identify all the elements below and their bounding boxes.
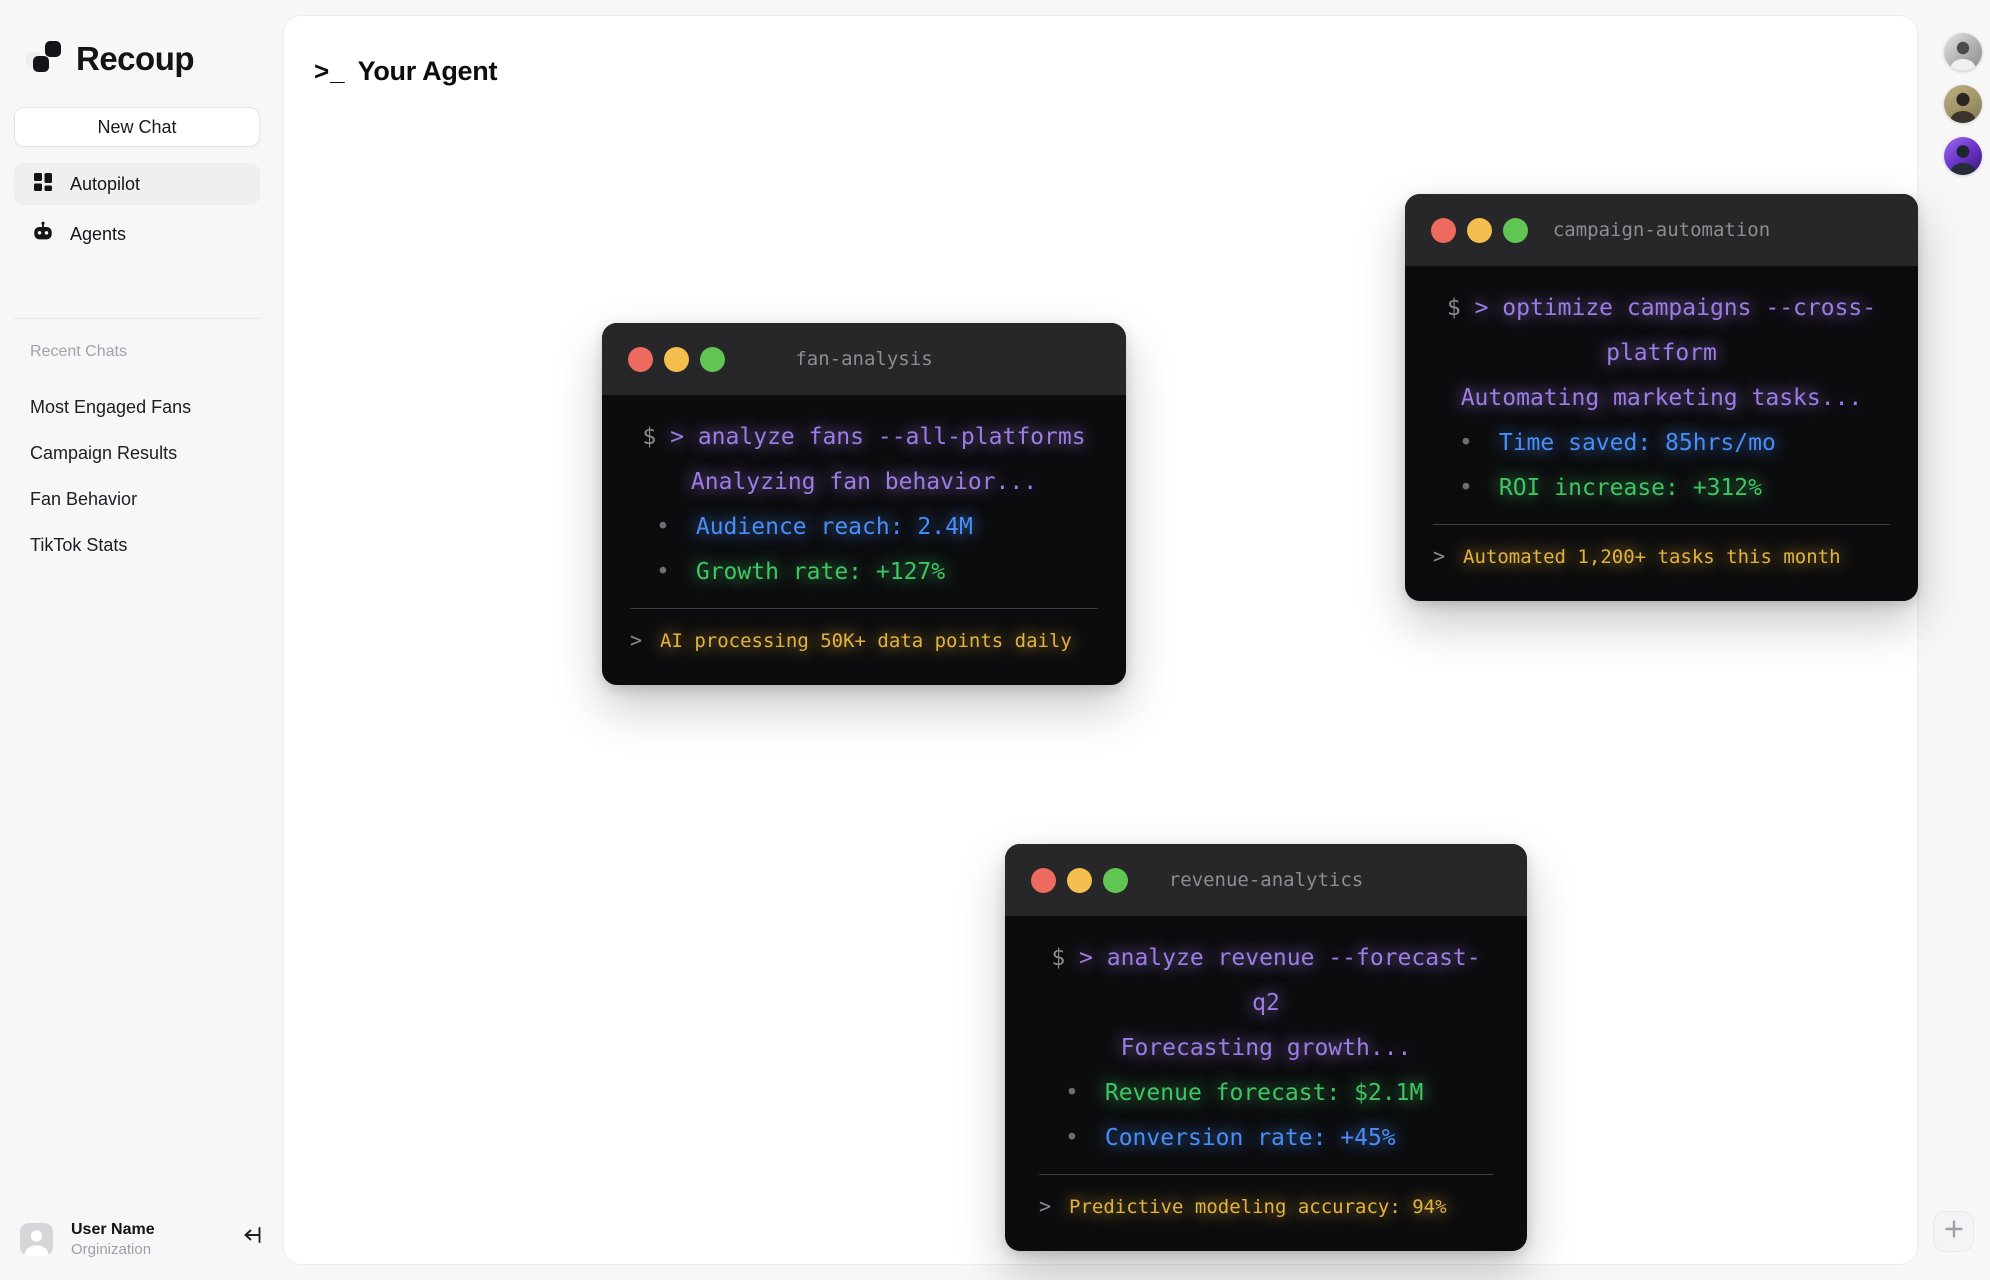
- artist-avatar-3[interactable]: [1944, 137, 1982, 175]
- recent-chat-tiktok-stats[interactable]: TikTok Stats: [30, 522, 191, 568]
- sidebar: Recoup New Chat Autopilot: [0, 0, 283, 1280]
- terminal-metric: •Audience reach: 2.4M: [630, 505, 1098, 550]
- maximize-traffic-light-icon[interactable]: [1103, 868, 1128, 893]
- sidebar-nav: Autopilot Agents: [14, 163, 260, 255]
- dashboard-icon: [32, 171, 54, 198]
- maximize-traffic-light-icon[interactable]: [1503, 218, 1528, 243]
- brand-logo: Recoup: [24, 36, 194, 81]
- collapse-sidebar-button[interactable]: [240, 1224, 266, 1250]
- traffic-lights: [628, 347, 725, 372]
- artist-avatar-1[interactable]: [1944, 33, 1982, 71]
- artist-avatar-2[interactable]: [1944, 85, 1982, 123]
- terminal-metric: •Growth rate: +127%: [630, 550, 1098, 595]
- user-organization: Orginization: [71, 1241, 155, 1258]
- terminal-metric: •Time saved: 85hrs/mo: [1433, 421, 1890, 466]
- terminal-window-fan-analysis: fan-analysis $ > analyze fans --all-plat…: [602, 323, 1126, 685]
- terminal-divider: [630, 608, 1098, 609]
- bullet-icon: •: [656, 505, 670, 550]
- terminal-divider: [1433, 524, 1890, 525]
- terminal-prompt-glyph: >_: [314, 56, 346, 87]
- user-profile[interactable]: User Name Orginization: [20, 1221, 155, 1258]
- sidebar-item-label: Autopilot: [70, 174, 140, 195]
- brand-name: Recoup: [76, 40, 194, 78]
- terminal-metric: •ROI increase: +312%: [1433, 466, 1890, 511]
- robot-icon: [32, 221, 54, 248]
- close-traffic-light-icon[interactable]: [1431, 218, 1456, 243]
- bullet-icon: •: [1065, 1071, 1079, 1116]
- minimize-traffic-light-icon[interactable]: [1467, 218, 1492, 243]
- bullet-icon: •: [656, 550, 670, 595]
- traffic-lights: [1431, 218, 1528, 243]
- terminal-command: > optimize campaigns --cross-platform: [1475, 295, 1877, 366]
- recent-chat-fan-behavior[interactable]: Fan Behavior: [30, 476, 191, 522]
- recent-chats-list: Most Engaged Fans Campaign Results Fan B…: [30, 384, 191, 568]
- terminal-footer: >Predictive modeling accuracy: 94%: [1039, 1184, 1493, 1229]
- terminal-window-campaign-automation: campaign-automation $ > optimize campaig…: [1405, 194, 1918, 601]
- terminal-command: > analyze fans --all-platforms: [670, 424, 1085, 450]
- user-name: User Name: [71, 1221, 155, 1239]
- close-traffic-light-icon[interactable]: [628, 347, 653, 372]
- collapse-sidebar-icon: [241, 1223, 265, 1252]
- plus-icon: [1942, 1217, 1966, 1246]
- terminal-body: $ > analyze revenue --forecast-q2 Foreca…: [1005, 916, 1527, 1251]
- terminal-command: > analyze revenue --forecast-q2: [1079, 945, 1481, 1016]
- new-chat-button[interactable]: New Chat: [14, 107, 260, 147]
- user-avatar: [20, 1223, 53, 1256]
- page-header: >_ Your Agent: [314, 56, 497, 87]
- recent-chat-campaign-results[interactable]: Campaign Results: [30, 430, 191, 476]
- terminal-metric: •Revenue forecast: $2.1M: [1039, 1071, 1493, 1116]
- close-traffic-light-icon[interactable]: [1031, 868, 1056, 893]
- terminal-footer: >AI processing 50K+ data points daily: [630, 618, 1098, 663]
- terminal-body: $ > analyze fans --all-platforms Analyzi…: [602, 395, 1126, 685]
- add-button[interactable]: [1933, 1211, 1974, 1252]
- bullet-icon: •: [1459, 466, 1473, 511]
- terminal-status: Automating marketing tasks...: [1433, 376, 1890, 421]
- main-content-card: >_ Your Agent fan-analysis $ > analyze f…: [283, 15, 1918, 1265]
- bullet-icon: •: [1065, 1116, 1079, 1161]
- traffic-lights: [1031, 868, 1128, 893]
- minimize-traffic-light-icon[interactable]: [1067, 868, 1092, 893]
- sidebar-divider: [14, 318, 261, 319]
- terminal-command-line: $ > analyze revenue --forecast-q2: [1039, 936, 1493, 1026]
- terminal-command-line: $ > analyze fans --all-platforms: [630, 415, 1098, 460]
- recent-chats-heading: Recent Chats: [30, 343, 127, 361]
- terminal-window-revenue-analytics: revenue-analytics $ > analyze revenue --…: [1005, 844, 1527, 1251]
- terminal-command-line: $ > optimize campaigns --cross-platform: [1433, 286, 1890, 376]
- sidebar-item-autopilot[interactable]: Autopilot: [14, 163, 260, 205]
- terminal-titlebar: campaign-automation: [1405, 194, 1918, 266]
- minimize-traffic-light-icon[interactable]: [664, 347, 689, 372]
- recent-chat-most-engaged-fans[interactable]: Most Engaged Fans: [30, 384, 191, 430]
- terminal-divider: [1039, 1174, 1493, 1175]
- recoup-logo-icon: [24, 36, 64, 81]
- terminal-titlebar: fan-analysis: [602, 323, 1126, 395]
- terminal-titlebar: revenue-analytics: [1005, 844, 1527, 916]
- maximize-traffic-light-icon[interactable]: [700, 347, 725, 372]
- sidebar-item-agents[interactable]: Agents: [14, 213, 260, 255]
- avatar-rail: [1944, 33, 1982, 175]
- terminal-body: $ > optimize campaigns --cross-platform …: [1405, 266, 1918, 601]
- terminal-metric: •Conversion rate: +45%: [1039, 1116, 1493, 1161]
- sidebar-item-label: Agents: [70, 224, 126, 245]
- terminal-footer: >Automated 1,200+ tasks this month: [1433, 534, 1890, 579]
- bullet-icon: •: [1459, 421, 1473, 466]
- terminal-status: Forecasting growth...: [1039, 1026, 1493, 1071]
- terminal-status: Analyzing fan behavior...: [630, 460, 1098, 505]
- page-title: Your Agent: [358, 56, 498, 87]
